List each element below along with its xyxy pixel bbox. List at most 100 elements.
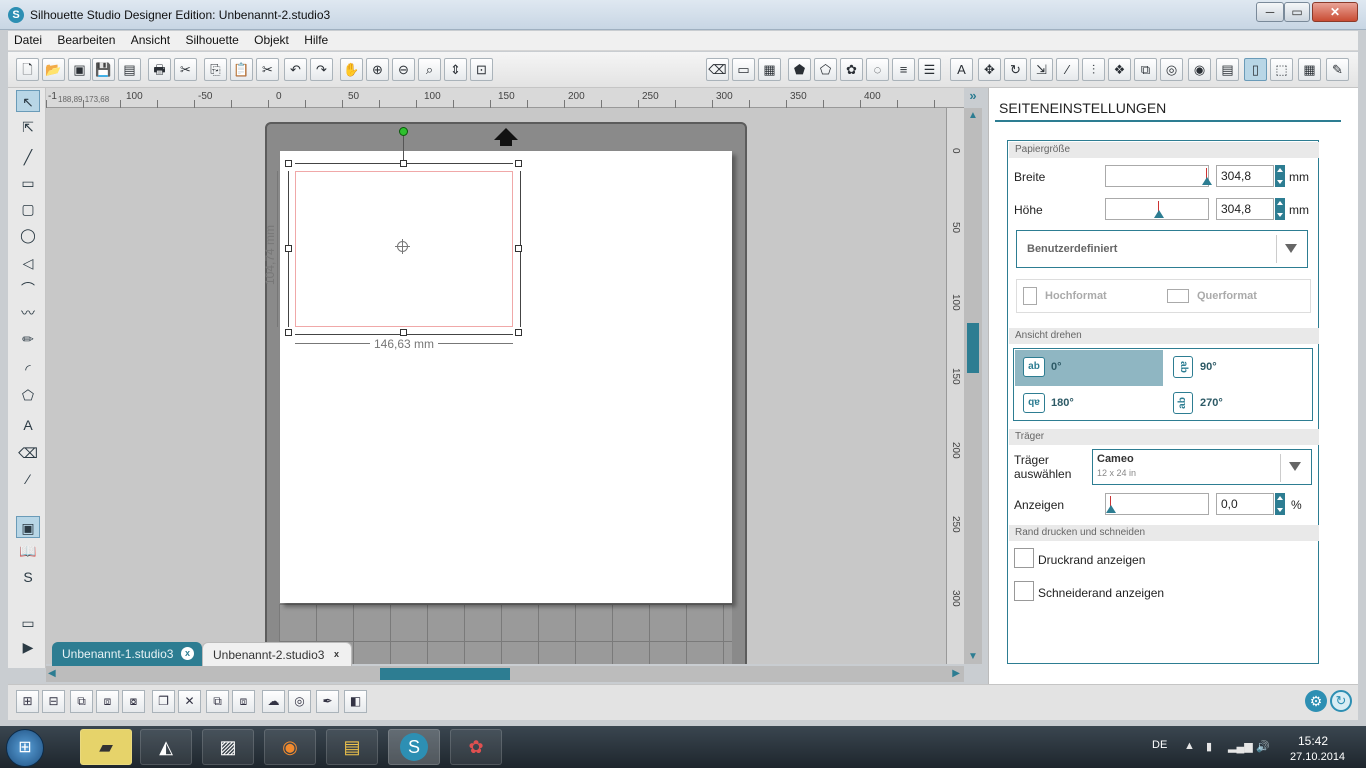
rotate-button[interactable]: ↻	[1004, 58, 1027, 81]
grid-settings-button[interactable]: ▦	[758, 58, 781, 81]
height-slider-thumb[interactable]	[1154, 210, 1164, 218]
collapse-panel-icon[interactable]: »	[964, 88, 982, 106]
smooth-freehand-icon[interactable]: ✏	[16, 328, 40, 350]
open-folder-button[interactable]: 📂	[42, 58, 65, 81]
print-button[interactable]: 🖶	[148, 58, 171, 81]
arc-tool-icon[interactable]: ◜	[16, 358, 40, 380]
scroll-right-icon[interactable]: ▶	[952, 668, 960, 679]
width-slider-thumb[interactable]	[1202, 177, 1212, 185]
resize-handle-e[interactable]	[515, 245, 522, 252]
scroll-left-icon[interactable]: ◀	[48, 668, 56, 679]
panel-toggle-icon[interactable]: ▭	[16, 612, 40, 634]
horizontal-scrollbar[interactable]: ◀ ▶	[46, 666, 964, 682]
group-button[interactable]: ⊞	[16, 690, 39, 713]
close-tab-icon[interactable]: x	[181, 647, 194, 660]
silhouette-store-icon[interactable]: S	[16, 566, 40, 588]
copy-button[interactable]: ⎘	[204, 58, 227, 81]
height-slider[interactable]	[1105, 198, 1209, 220]
polygon-tool-icon[interactable]: ◁	[16, 252, 40, 274]
draw-button[interactable]: ✎	[1326, 58, 1349, 81]
width-input[interactable]: 304,8	[1216, 165, 1274, 187]
taskbar-inkscape[interactable]: ◭	[140, 729, 192, 765]
center-crosshair-icon[interactable]	[395, 239, 410, 254]
weld-button[interactable]: ☁	[262, 690, 285, 713]
modify-button[interactable]: ⧉	[1134, 58, 1157, 81]
line-style-button[interactable]: ≡	[892, 58, 915, 81]
taskbar-picasa[interactable]: ✿	[450, 729, 502, 765]
zoom-in-button[interactable]: ⊕	[366, 58, 389, 81]
rounded-rect-tool-icon[interactable]: ▢	[16, 198, 40, 220]
tray-expand-icon[interactable]: ▲	[1184, 740, 1195, 752]
clock-date[interactable]: 27.10.2014	[1290, 751, 1345, 763]
menu-hilfe[interactable]: Hilfe	[298, 31, 334, 49]
trace-button[interactable]: ✒	[316, 690, 339, 713]
chevron-down-icon[interactable]	[1289, 462, 1301, 471]
close-tab-icon[interactable]: x	[330, 648, 343, 661]
menu-ansicht[interactable]: Ansicht	[125, 31, 176, 49]
menu-silhouette[interactable]: Silhouette	[179, 31, 244, 49]
replicate-button[interactable]: ❖	[1108, 58, 1131, 81]
horizontal-scroll-thumb[interactable]	[380, 668, 510, 680]
resize-handle-nw[interactable]	[285, 160, 292, 167]
fill-gradient-button[interactable]: ⬠	[814, 58, 837, 81]
show-slider-thumb[interactable]	[1106, 505, 1116, 513]
design-page-icon[interactable]: ▣	[16, 516, 40, 538]
zoom-select-button[interactable]: ⌕	[418, 58, 441, 81]
width-slider[interactable]	[1105, 165, 1212, 187]
minimize-button[interactable]: ─	[1256, 2, 1284, 22]
clock-time[interactable]: 15:42	[1298, 734, 1328, 748]
cut-border-checkbox[interactable]	[1014, 581, 1034, 601]
show-spinner[interactable]	[1275, 493, 1285, 515]
compound-button[interactable]: ⧉	[70, 690, 93, 713]
print-border-checkbox[interactable]	[1014, 548, 1034, 568]
text-tool-icon[interactable]: A	[16, 414, 40, 436]
taskbar-file-explorer[interactable]: ▤	[326, 729, 378, 765]
fill-color-button[interactable]: ⬟	[788, 58, 811, 81]
freehand-tool-icon[interactable]: 〰	[16, 302, 40, 324]
eraser-tool-icon[interactable]: ⌫	[16, 442, 40, 464]
line-width-button[interactable]: ☰	[918, 58, 941, 81]
shear-button[interactable]: ⁄	[1056, 58, 1079, 81]
expand-arrow-icon[interactable]: ▶	[16, 636, 40, 658]
scroll-up-icon[interactable]: ▲	[968, 110, 978, 121]
close-button[interactable]: ✕	[1312, 2, 1358, 22]
menu-objekt[interactable]: Objekt	[248, 31, 295, 49]
send-to-cutter-button[interactable]: ✂	[174, 58, 197, 81]
design-canvas[interactable]: 146,63 mm 104,74 mm	[46, 108, 946, 664]
resize-handle-w[interactable]	[285, 245, 292, 252]
redo-button[interactable]: ↷	[310, 58, 333, 81]
rotate-180-button[interactable]: qɐ 180°	[1015, 386, 1163, 422]
zoom-drag-button[interactable]: ⇕	[444, 58, 467, 81]
send-back-button[interactable]: ⧉	[206, 690, 229, 713]
resize-handle-sw[interactable]	[285, 329, 292, 336]
grid-view-button[interactable]: ▦	[1298, 58, 1321, 81]
fit-page-button[interactable]: ⊡	[470, 58, 493, 81]
delete-button[interactable]: ✕	[178, 690, 201, 713]
landscape-button[interactable]: Querformat	[1167, 289, 1257, 303]
line-tool-icon[interactable]: ╱	[16, 146, 40, 168]
volume-icon[interactable]: 🔊	[1256, 740, 1270, 753]
send-button[interactable]: ▯	[1244, 58, 1267, 81]
scroll-down-icon[interactable]: ▼	[968, 651, 978, 662]
resize-handle-ne[interactable]	[515, 160, 522, 167]
offset-button[interactable]: ◎	[288, 690, 311, 713]
zoom-out-button[interactable]: ⊖	[392, 58, 415, 81]
knife-tool-icon[interactable]: ⁄	[16, 468, 40, 490]
save-button[interactable]: 💾	[92, 58, 115, 81]
taskbar-firefox[interactable]: ◉	[264, 729, 316, 765]
carrier-dropdown[interactable]: Cameo 12 x 24 in	[1092, 449, 1312, 485]
language-indicator[interactable]: DE	[1152, 739, 1167, 751]
rotate-0-button[interactable]: ab 0°	[1015, 350, 1163, 386]
undo-button[interactable]: ↶	[284, 58, 307, 81]
ellipse-tool-icon[interactable]: ◯	[16, 224, 40, 246]
open-library-button[interactable]: ▣	[68, 58, 91, 81]
store-button[interactable]: ⬚	[1270, 58, 1293, 81]
maximize-button[interactable]: ▭	[1284, 2, 1310, 22]
save-to-library-button[interactable]: ▤	[118, 58, 141, 81]
duplicate-button[interactable]: ❐	[152, 690, 175, 713]
tab-unbenannt-2[interactable]: Unbenannt-2.studio3 x	[202, 642, 352, 666]
rectangle-tool-icon[interactable]: ▭	[16, 172, 40, 194]
align-button[interactable]: ⫶	[1082, 58, 1105, 81]
page-setup-button[interactable]: ▭	[732, 58, 755, 81]
chevron-down-icon[interactable]	[1285, 244, 1297, 253]
